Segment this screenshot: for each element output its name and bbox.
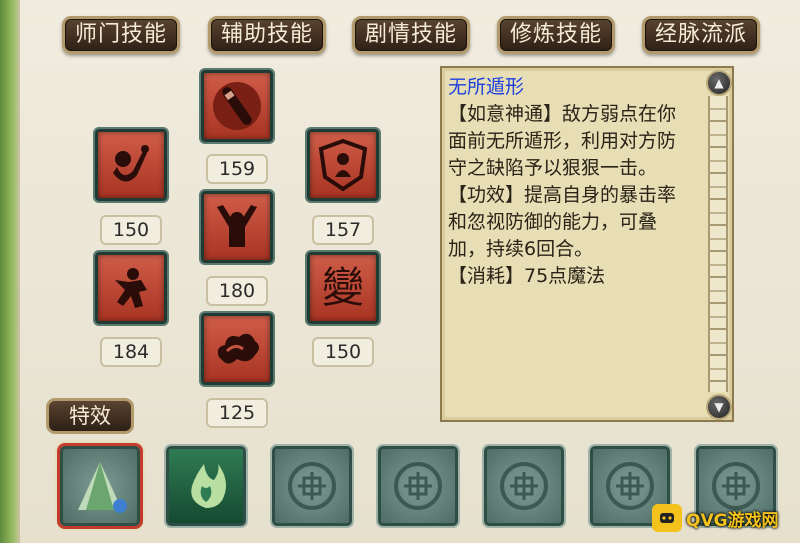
empty-slot-icon (500, 462, 548, 510)
skill-staff[interactable] (201, 70, 273, 142)
scroll-track[interactable] (708, 96, 728, 392)
skill-monkey-arms-up[interactable] (201, 191, 273, 263)
effect-slot-4[interactable] (378, 446, 458, 526)
skill-description: 无所遁形 【如意神通】敌方弱点在你面前无所遁形，利用对方防守之缺陷予以狠狠一击。… (440, 66, 734, 422)
staff-icon (213, 82, 261, 130)
skill-monkey-leaping[interactable] (95, 252, 167, 324)
empty-slot-icon (394, 462, 442, 510)
green-cone-icon (78, 462, 127, 513)
cloud-icon (217, 333, 259, 364)
green-flame-icon (191, 464, 226, 508)
tab-story-skills[interactable]: 剧情技能 (352, 16, 470, 54)
skill-effect-text: 【功效】提高自身的暴击率和忽视防御的能力，可叠加，持续6回合。 (448, 184, 677, 260)
skill-level: 150 (100, 215, 162, 245)
skill-level: 150 (312, 337, 374, 367)
description-scrollbar[interactable]: ▲ ▼ (702, 66, 734, 422)
background-strip (0, 0, 18, 543)
tab-support-skills[interactable]: 辅助技能 (208, 16, 326, 54)
skill-cost-text: 【消耗】75点魔法 (448, 265, 606, 287)
skill-transform[interactable]: 變 (307, 252, 379, 324)
skill-level: 157 (312, 215, 374, 245)
monkey-whip-icon (113, 145, 149, 182)
effect-slot-2[interactable] (166, 446, 246, 526)
skill-level: 125 (206, 398, 268, 428)
watermark-logo: QVG游戏网 (652, 502, 792, 534)
effect-slot-5[interactable] (484, 446, 564, 526)
tab-cultivation-skills[interactable]: 修炼技能 (497, 16, 615, 54)
monkey-arms-up-icon (217, 205, 257, 247)
skill-cloud[interactable] (201, 313, 273, 385)
tab-school-skills[interactable]: 师门技能 (62, 16, 180, 54)
skill-shield-monkey[interactable] (307, 129, 379, 201)
skill-monkey-whip[interactable] (95, 129, 167, 201)
controller-icon (652, 504, 682, 532)
effect-slot-1[interactable] (60, 446, 140, 526)
special-effects-button[interactable]: 特效 (46, 398, 134, 434)
tab-meridian-school[interactable]: 经脉流派 (642, 16, 760, 54)
watermark-text: QVG游戏网 (686, 510, 779, 531)
skill-body-text: 【如意神通】敌方弱点在你面前无所遁形，利用对方防守之缺陷予以狠狠一击。 (448, 103, 677, 179)
transform-glyph-icon: 變 (321, 263, 364, 312)
skill-level: 184 (100, 337, 162, 367)
effect-slot-3[interactable] (272, 446, 352, 526)
monkey-leaping-icon (115, 268, 147, 308)
scroll-up-icon[interactable]: ▲ (706, 70, 732, 96)
empty-slot-icon (288, 462, 336, 510)
scroll-down-icon[interactable]: ▼ (706, 394, 732, 420)
skill-level: 180 (206, 276, 268, 306)
shield-monkey-icon (318, 138, 368, 192)
skill-title: 无所遁形 (448, 76, 525, 98)
empty-slot-icon (606, 462, 654, 510)
skill-level: 159 (206, 154, 268, 184)
